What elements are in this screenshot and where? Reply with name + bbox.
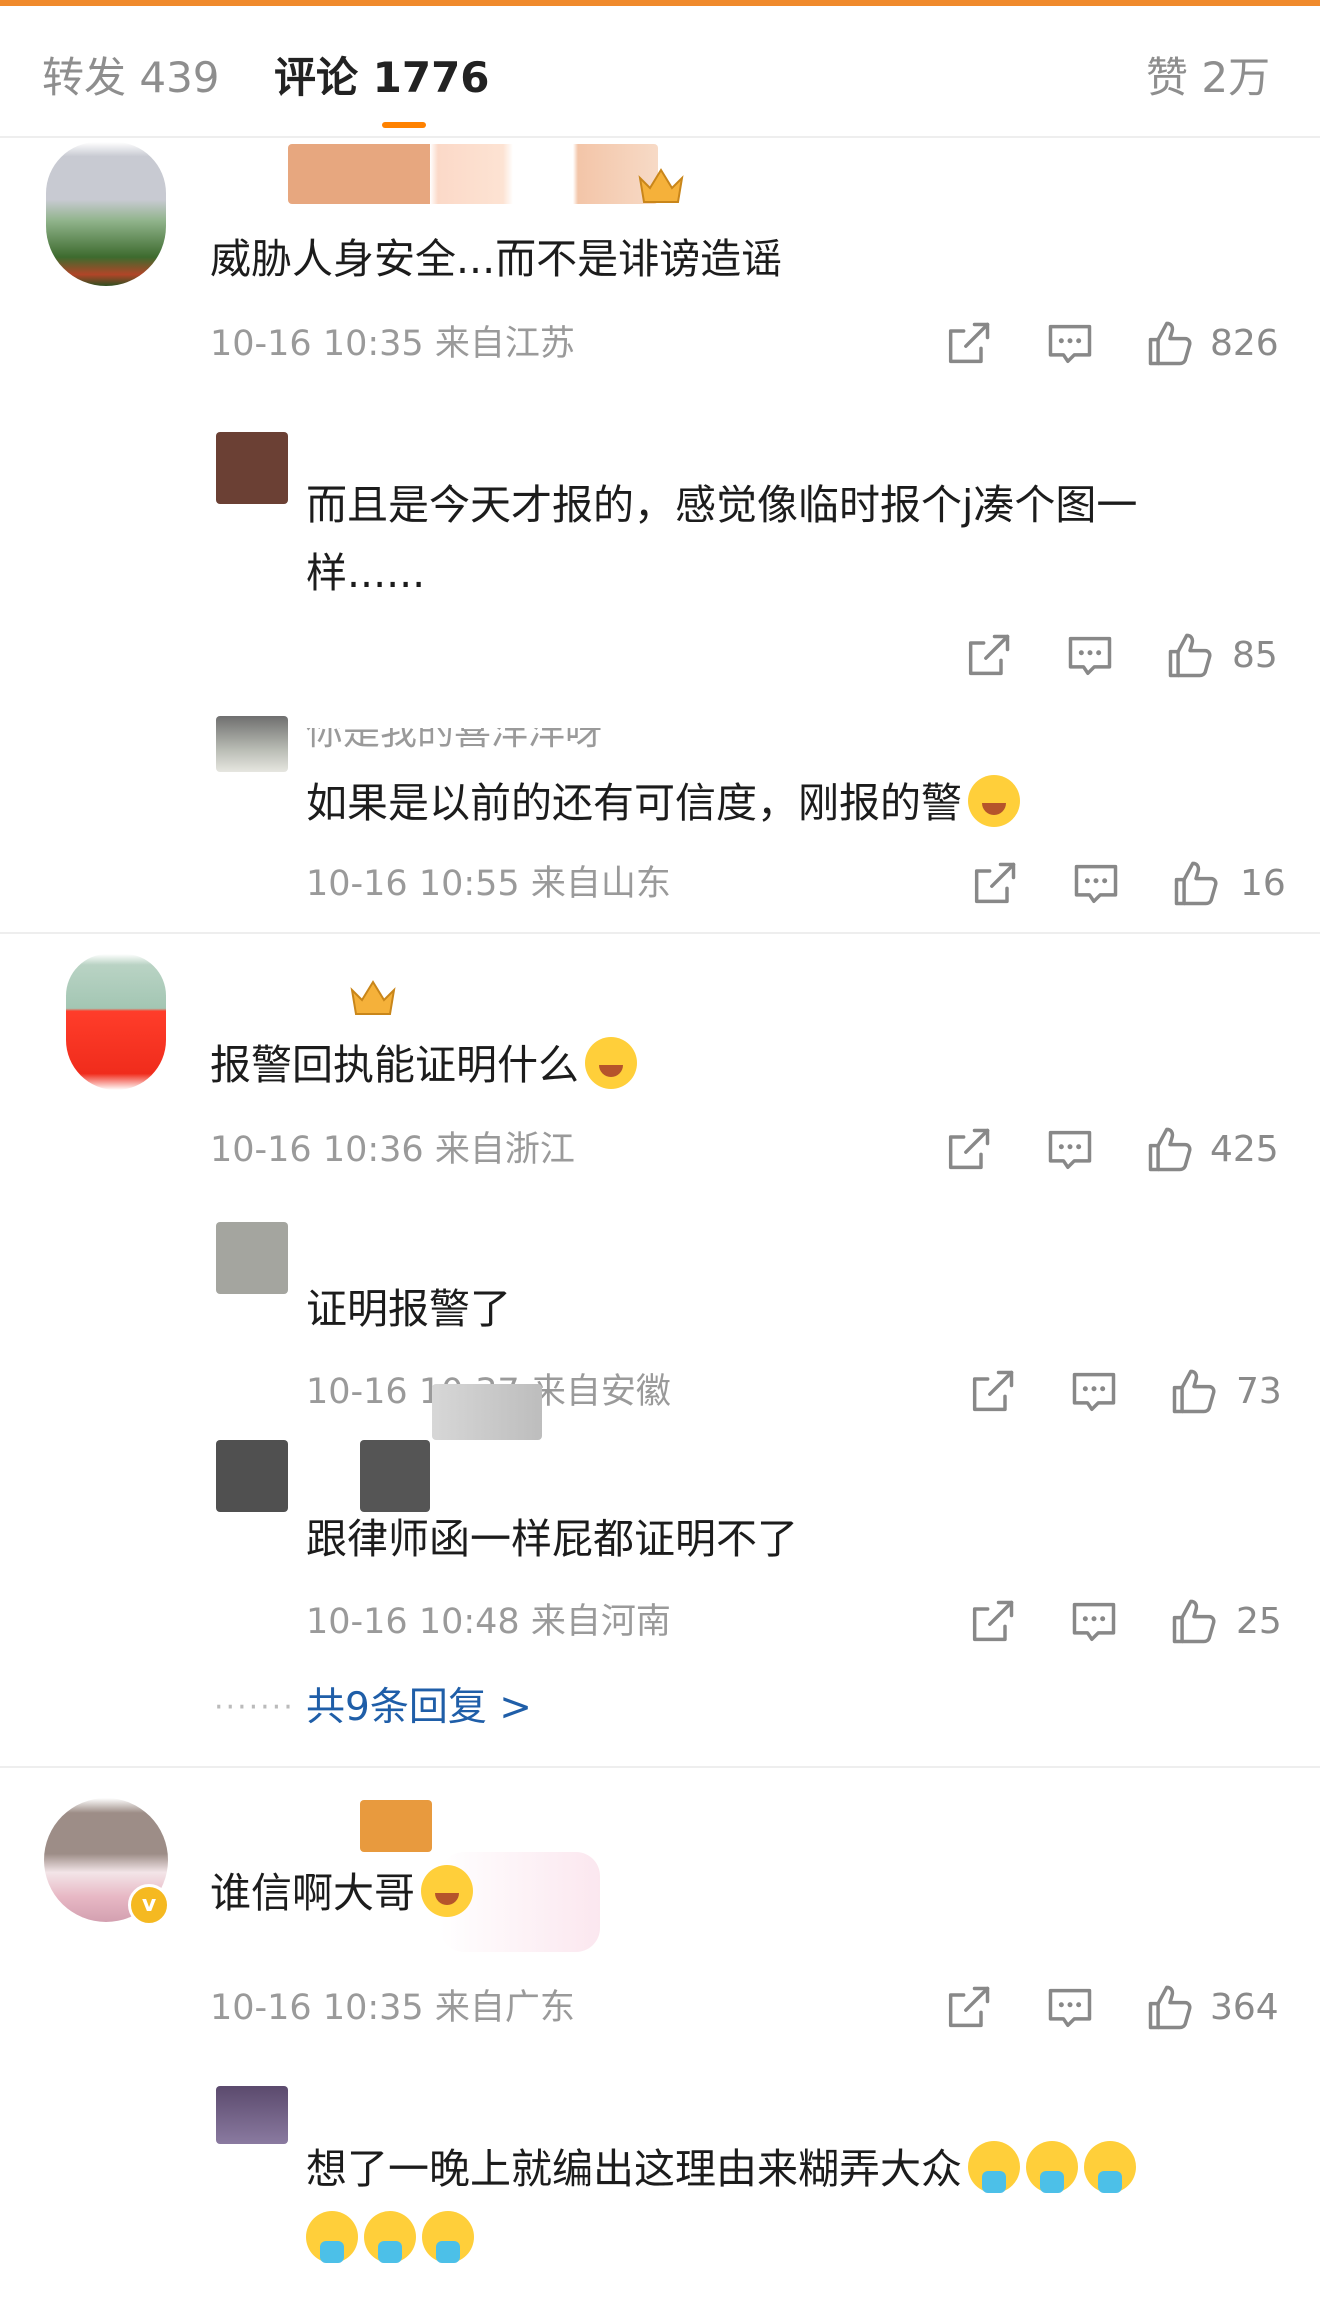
comment-icon[interactable] [1064, 630, 1116, 682]
vomit-emoji-icon [968, 2141, 1020, 2193]
reply-text: 跟律师函一样屁都证明不了 [306, 1515, 798, 1563]
vomit-emoji-icon [422, 2211, 474, 2263]
reply-text-continued: 样...... [306, 549, 426, 597]
tab-comment[interactable]: 评论 1776 [274, 48, 490, 108]
avatar[interactable] [216, 2086, 288, 2144]
share-icon[interactable] [942, 1982, 994, 2034]
vomit-emoji-icon [1026, 2141, 1078, 2193]
reply-text: 证明报警了 [306, 1285, 511, 1333]
reply-text-content: 想了一晚上就编出这理由来糊弄大众 [306, 2145, 962, 2193]
comment-icon[interactable] [1044, 1124, 1096, 1176]
share-icon[interactable] [942, 1124, 994, 1176]
comment-text: 报警回执能证明什么 [210, 1032, 637, 1098]
crown-badge-icon [636, 166, 686, 206]
reply-text: 想了一晚上就编出这理由来糊弄大众 [306, 2136, 1136, 2202]
reply-username[interactable]: 你是我的喜洋洋呀 [306, 728, 602, 754]
reply-meta: 10-16 10:55 来自山东 [306, 864, 671, 904]
vomit-emoji-icon [1084, 2141, 1136, 2193]
more-replies-link[interactable]: 共9条回复 > [306, 1682, 532, 1734]
reply-text-content: 如果是以前的还有可信度，刚报的警 [306, 779, 962, 827]
username-blurred[interactable] [288, 144, 658, 204]
tab-repost[interactable]: 转发 439 [42, 48, 220, 108]
like-count: 25 [1236, 1601, 1282, 1642]
laugh-cry-emoji-icon [968, 775, 1020, 827]
tab-active-underline [382, 122, 426, 128]
like-count: 826 [1210, 323, 1279, 364]
comment-icon[interactable] [1068, 1366, 1120, 1418]
crown-badge-icon [348, 978, 398, 1018]
comment-meta: 10-16 10:35 来自江苏 [210, 324, 575, 364]
comment-text: 谁信啊大哥 [210, 1860, 473, 1926]
like-count: 85 [1232, 635, 1278, 676]
share-icon[interactable] [968, 858, 1020, 910]
share-icon[interactable] [966, 1596, 1018, 1648]
comment-icon[interactable] [1044, 1982, 1096, 2034]
reply-emoji-line [306, 2206, 474, 2272]
thumbs-up-icon[interactable] [1144, 318, 1196, 370]
avatar[interactable] [46, 142, 166, 286]
thumbs-up-icon[interactable] [1144, 1982, 1196, 2034]
avatar[interactable] [216, 716, 288, 772]
like-count: 425 [1210, 1129, 1279, 1170]
comment-meta: 10-16 10:35 来自广东 [210, 1988, 575, 2028]
thumbs-up-icon[interactable] [1164, 630, 1216, 682]
thumbs-up-icon[interactable] [1170, 858, 1222, 910]
username-blurred [432, 1384, 542, 1440]
username-blurred[interactable] [360, 1440, 430, 1512]
avatar[interactable] [216, 1222, 288, 1294]
more-dots: ······· [214, 1690, 295, 1725]
share-icon[interactable] [962, 630, 1014, 682]
avatar[interactable] [216, 1440, 288, 1512]
reply-text: 而且是今天才报的，感觉像临时报个j凑个图一 [306, 481, 1138, 529]
verified-badge-icon: v [128, 1884, 170, 1926]
thumbs-up-icon[interactable] [1168, 1366, 1220, 1418]
tab-bar: 转发 439 评论 1776 赞 2万 [0, 6, 1320, 138]
username-blurred[interactable] [360, 1800, 432, 1852]
comment-text-content: 谁信啊大哥 [210, 1869, 415, 1917]
comment-icon[interactable] [1044, 318, 1096, 370]
tab-like[interactable]: 赞 2万 [1146, 48, 1270, 108]
avatar[interactable] [66, 954, 166, 1090]
crying-emoji-icon [585, 1037, 637, 1089]
like-count: 364 [1210, 1987, 1279, 2028]
thumbs-up-icon[interactable] [1168, 1596, 1220, 1648]
vomit-emoji-icon [306, 2211, 358, 2263]
reply-text: 如果是以前的还有可信度，刚报的警 [306, 770, 1020, 836]
comment-icon[interactable] [1068, 1596, 1120, 1648]
share-icon[interactable] [966, 1366, 1018, 1418]
comment-icon[interactable] [1070, 858, 1122, 910]
comment-meta: 10-16 10:36 来自浙江 [210, 1130, 575, 1170]
like-count: 16 [1240, 863, 1286, 904]
divider [0, 1766, 1320, 1768]
comment-text-content: 报警回执能证明什么 [210, 1041, 579, 1089]
shy-emoji-icon [421, 1865, 473, 1917]
avatar[interactable] [216, 432, 288, 504]
thumbs-up-icon[interactable] [1144, 1124, 1196, 1176]
like-count: 73 [1236, 1371, 1282, 1412]
share-icon[interactable] [942, 318, 994, 370]
divider [0, 932, 1320, 934]
comment-text: 威胁人身安全...而不是诽谤造谣 [210, 235, 783, 283]
reply-meta: 10-16 10:48 来自河南 [306, 1602, 671, 1642]
vomit-emoji-icon [364, 2211, 416, 2263]
